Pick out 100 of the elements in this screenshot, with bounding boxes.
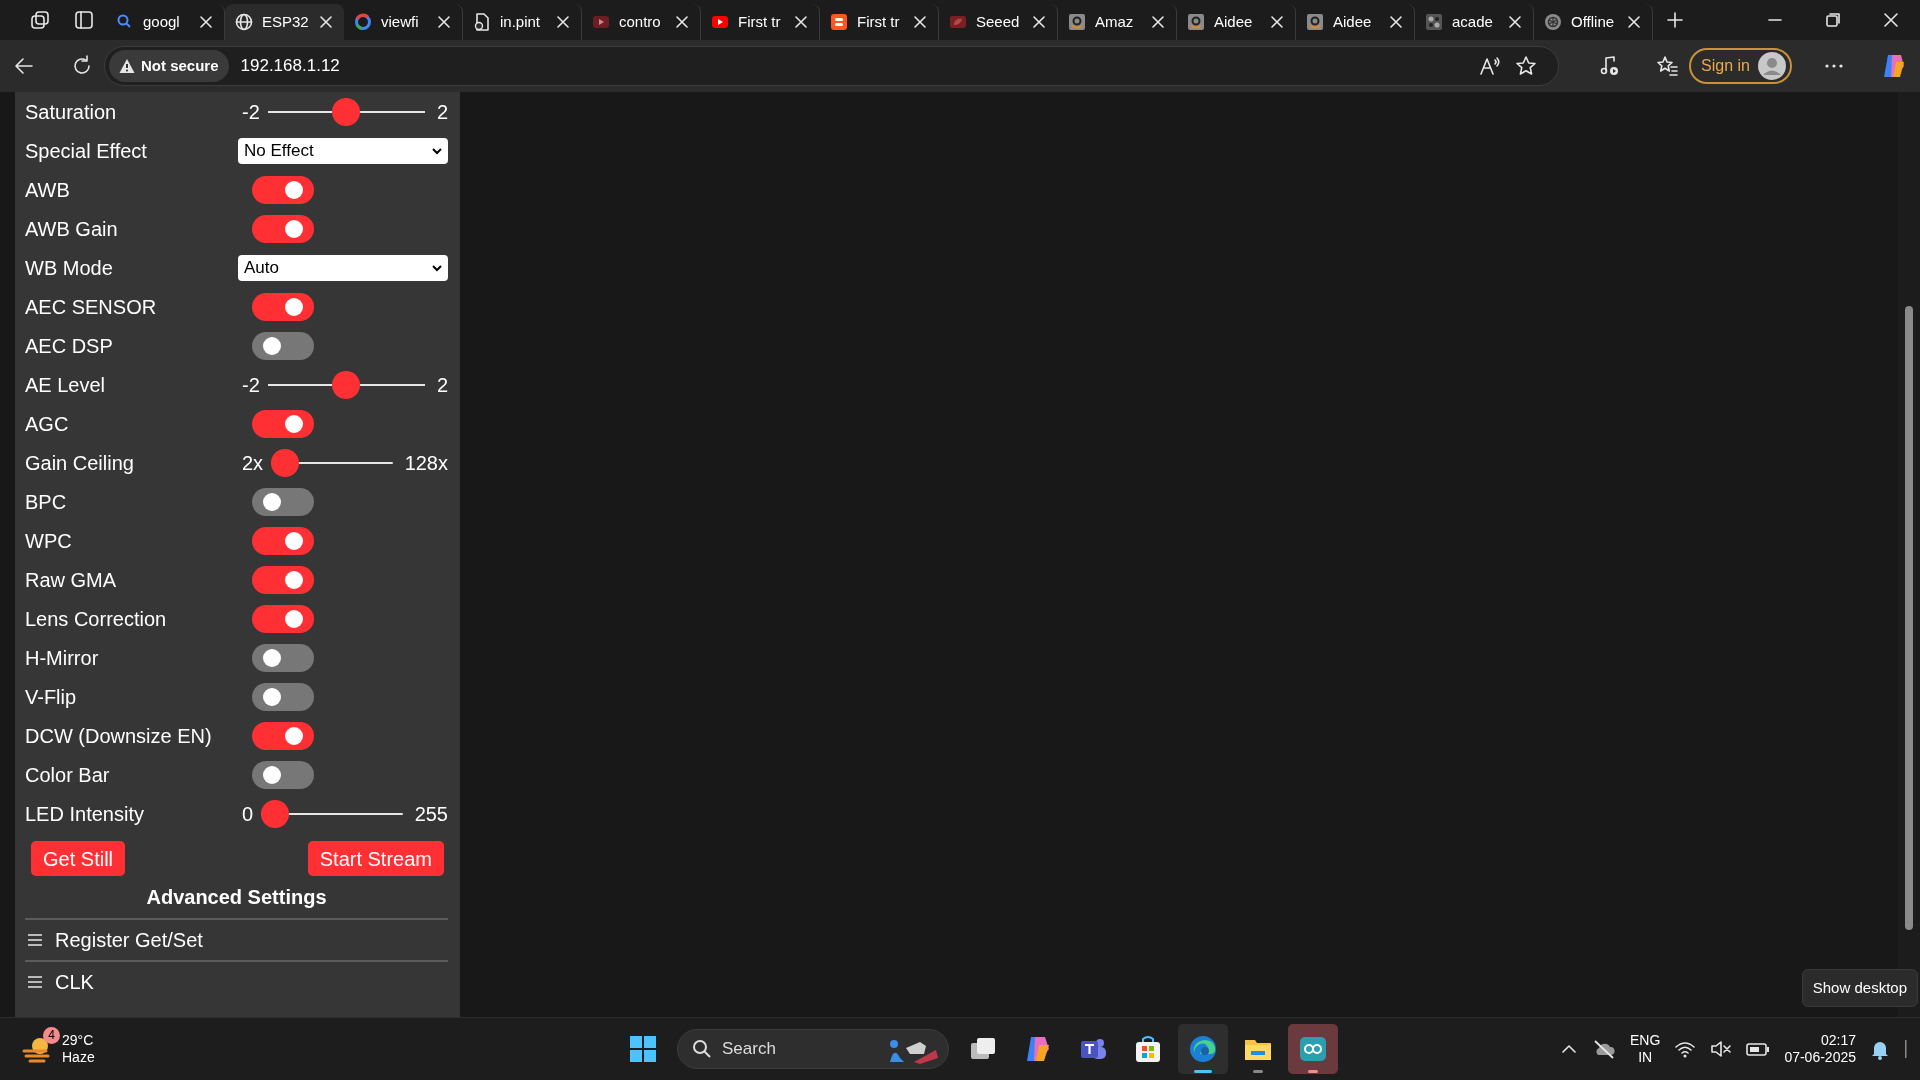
setting-label: H-Mirror (25, 645, 100, 671)
leaf-icon (949, 13, 967, 31)
cloud-off-icon[interactable] (1592, 1039, 1617, 1059)
infinity-icon[interactable] (1298, 1034, 1328, 1064)
close-icon[interactable] (555, 14, 571, 30)
workspaces-icon[interactable] (30, 10, 50, 30)
section-title[interactable]: CLK (55, 967, 94, 997)
square-icon (1068, 13, 1086, 31)
toggle-switch[interactable] (252, 526, 314, 555)
scrollbar-thumb[interactable] (1905, 306, 1913, 930)
sign-in-button[interactable]: Sign in (1689, 48, 1792, 84)
slider-thumb[interactable] (332, 370, 361, 399)
select-field[interactable]: Auto (238, 254, 448, 281)
browser-tab[interactable]: ESP32 (225, 4, 344, 40)
min-value: 2x (241, 450, 264, 476)
knot-icon (1544, 13, 1562, 31)
close-icon[interactable] (1031, 14, 1047, 30)
show-desktop-icon[interactable] (1904, 1038, 1908, 1060)
slider-thumb[interactable] (332, 97, 361, 126)
slider-thumb[interactable] (261, 799, 290, 828)
dots-icon (1425, 13, 1443, 31)
toggle-switch[interactable] (252, 409, 314, 438)
wifi-icon[interactable] (1674, 1039, 1697, 1059)
close-icon[interactable] (1150, 14, 1166, 30)
min-value: -2 (241, 372, 260, 398)
favorites-icon[interactable] (1655, 54, 1680, 78)
setting-label: Saturation (25, 99, 118, 125)
star-icon[interactable] (1514, 54, 1539, 78)
toggle-switch[interactable] (252, 721, 314, 750)
setting-label: AGC (25, 411, 70, 437)
setting-label: AWB Gain (25, 216, 119, 242)
menu-icon[interactable] (27, 974, 43, 990)
setting-label: Lens Correction (25, 606, 168, 632)
edge-icon[interactable] (1188, 1034, 1218, 1064)
close-icon[interactable] (1507, 14, 1523, 30)
max-value: 2 (435, 372, 448, 398)
setting-label: AE Level (25, 372, 107, 398)
temperature: 29°C (62, 1032, 95, 1049)
play-icon (592, 13, 610, 31)
menu-icon[interactable] (27, 932, 43, 948)
close-icon[interactable] (912, 14, 928, 30)
tooltip: Show desktop (1801, 968, 1918, 1007)
volume-muted-icon[interactable] (1710, 1039, 1733, 1059)
setting-label: AEC DSP (25, 333, 114, 359)
store-icon[interactable] (1133, 1034, 1163, 1064)
toggle-switch[interactable] (252, 760, 314, 789)
action-button[interactable]: Start Stream (307, 841, 444, 876)
max-value: 2 (435, 99, 448, 125)
close-icon[interactable] (1881, 10, 1901, 30)
square-icon (1306, 13, 1324, 31)
toggle-switch[interactable] (252, 643, 314, 672)
close-icon[interactable] (793, 14, 809, 30)
toggle-switch[interactable] (252, 565, 314, 594)
setting-label: AWB (25, 177, 71, 203)
plus-icon[interactable] (1665, 10, 1685, 30)
min-value: 0 (241, 801, 254, 827)
setting-label: Special Effect (25, 138, 148, 164)
max-value: 128x (403, 450, 448, 476)
toggle-switch[interactable] (252, 292, 314, 321)
toggle-switch[interactable] (252, 175, 314, 204)
square-icon (1187, 13, 1205, 31)
security-chip[interactable]: Not secure (109, 50, 229, 82)
close-icon[interactable] (436, 14, 452, 30)
close-icon[interactable] (1388, 14, 1404, 30)
setting-label: Raw GMA (25, 567, 118, 593)
weather-condition: Haze (62, 1049, 95, 1066)
restore-icon[interactable] (1823, 10, 1843, 30)
action-button[interactable]: Get Still (31, 841, 126, 876)
ring-icon (354, 13, 372, 31)
close-icon[interactable] (674, 14, 690, 30)
close-icon[interactable] (317, 14, 334, 30)
tab-actions-icon[interactable] (74, 10, 94, 30)
setting-label: DCW (Downsize EN) (25, 723, 213, 749)
setting-label: WPC (25, 528, 73, 554)
document-icon (473, 13, 491, 31)
running-indicator (1253, 1070, 1263, 1073)
toggle-switch[interactable] (252, 682, 314, 711)
clock[interactable]: 02:17 07-06-2025 (1784, 1031, 1856, 1067)
setting-label: Color Bar (25, 762, 111, 788)
address-bar[interactable]: Not secure 192.168.1.12 (104, 46, 1560, 86)
running-indicator (1308, 1070, 1318, 1073)
setting-label: LED Intensity (25, 801, 145, 827)
language-indicator[interactable]: ENG IN (1630, 1031, 1661, 1067)
toggle-switch[interactable] (252, 604, 314, 633)
slider-thumb[interactable] (271, 448, 300, 477)
close-icon[interactable] (1626, 14, 1642, 30)
search-box[interactable]: Search (677, 1029, 949, 1069)
start-icon[interactable] (628, 1034, 658, 1064)
setting-label: BPC (25, 489, 68, 515)
setting-label: Gain Ceiling (25, 450, 135, 476)
setting-label: AEC SENSOR (25, 294, 158, 320)
close-icon[interactable] (198, 14, 214, 30)
active-indicator (1194, 1070, 1212, 1073)
toggle-switch[interactable] (252, 214, 314, 243)
select-field[interactable]: No Effect (238, 137, 448, 164)
section-title[interactable]: Register Get/Set (55, 925, 203, 955)
toggle-switch[interactable] (252, 331, 314, 360)
toggle-switch[interactable] (252, 487, 314, 516)
close-icon[interactable] (1269, 14, 1285, 30)
setting-label: V-Flip (25, 684, 78, 710)
